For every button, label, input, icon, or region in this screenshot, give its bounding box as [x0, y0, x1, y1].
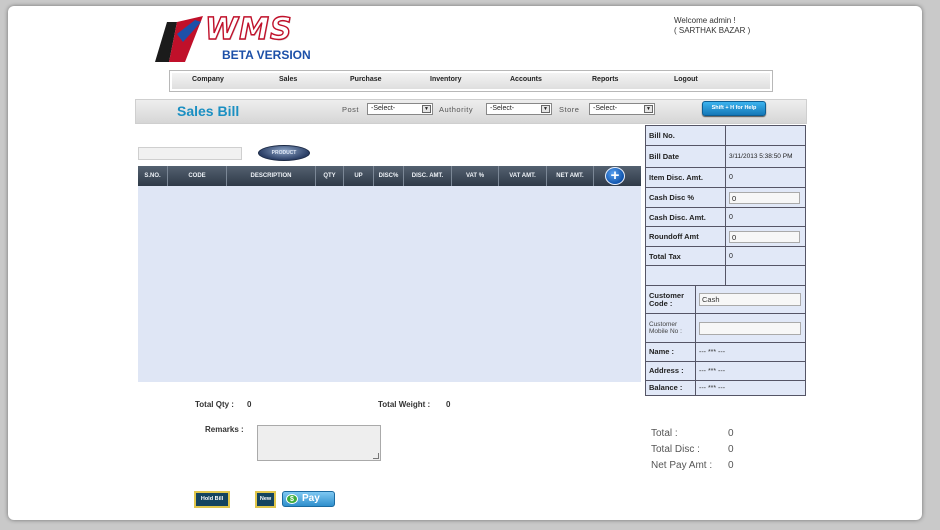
col-disc-pct: DISC% [374, 166, 404, 186]
chevron-down-icon: ▼ [644, 105, 653, 113]
menu-accounts[interactable]: Accounts [510, 76, 542, 83]
empty-cell [725, 265, 806, 286]
bill-no-label: Bill No. [645, 125, 726, 146]
col-description: DESCRIPTION [227, 166, 316, 186]
dollar-icon: $ [286, 494, 298, 504]
total-qty-value: 0 [247, 400, 252, 409]
customer-code-input[interactable]: Cash [699, 293, 801, 306]
total-tax-label: Total Tax [645, 246, 726, 266]
product-search-input[interactable] [138, 147, 242, 160]
item-grid-header: S.NO. CODE DESCRIPTION QTY UP DISC% DISC… [138, 166, 641, 186]
menu-logout[interactable]: Logout [674, 76, 698, 83]
cash-disc-amt-value: 0 [725, 207, 806, 227]
total-weight-label: Total Weight : [378, 400, 431, 409]
customer-balance-value: --- *** --- [695, 380, 806, 396]
chevron-down-icon: ▼ [541, 105, 550, 113]
customer-name-label: Name : [645, 342, 696, 362]
product-search-button[interactable]: PRODUCT [258, 145, 310, 161]
menu-sales[interactable]: Sales [279, 76, 297, 83]
customer-balance-label: Balance : [645, 380, 696, 396]
store-name: ( SARTHAK BAZAR ) [674, 26, 751, 35]
item-disc-label: Item Disc. Amt. [645, 167, 726, 188]
bill-date-label: Bill Date [645, 145, 726, 168]
customer-name-value: --- *** --- [695, 342, 806, 362]
authority-select[interactable]: -Select- ▼ [486, 103, 552, 115]
authority-label: Authority [439, 105, 474, 114]
col-up: UP [344, 166, 374, 186]
total-value: 0 [728, 428, 734, 439]
cash-disc-pct-label: Cash Disc % [645, 187, 726, 208]
page-title: Sales Bill [177, 103, 240, 119]
chevron-down-icon: ▼ [422, 105, 431, 113]
new-button[interactable]: New [255, 491, 276, 508]
total-qty-label: Total Qty : [195, 400, 234, 409]
beta-version-label: BETA VERSION [222, 48, 311, 62]
cash-disc-pct-input[interactable]: 0 [729, 191, 800, 204]
total-disc-value: 0 [728, 444, 734, 455]
customer-mobile-label: Customer Mobile No : [645, 313, 696, 343]
remarks-label: Remarks : [205, 425, 244, 434]
net-pay-label: Net Pay Amt : [651, 460, 713, 471]
logo-text: WMS [204, 11, 293, 47]
store-select-value: -Select- [593, 105, 618, 112]
total-disc-label: Total Disc : [651, 444, 700, 455]
col-code: CODE [168, 166, 227, 186]
pay-label: Pay [302, 493, 320, 504]
customer-code-label: Customer Code : [645, 285, 696, 314]
bill-no-value [725, 125, 806, 146]
col-qty: QTY [316, 166, 344, 186]
item-grid-body [138, 186, 641, 382]
resize-grip-icon[interactable] [373, 453, 379, 459]
col-sno: S.NO. [138, 166, 168, 186]
col-vat-amt: VAT AMT. [499, 166, 547, 186]
col-net-amt: NET AMT. [547, 166, 594, 186]
welcome-user: Welcome admin ! [674, 16, 736, 25]
pay-button[interactable]: $ Pay [282, 491, 335, 507]
store-label: Store [559, 105, 580, 114]
authority-select-value: -Select- [490, 105, 515, 112]
total-weight-value: 0 [446, 400, 451, 409]
menu-inventory[interactable]: Inventory [430, 76, 462, 83]
cash-disc-amt-label: Cash Disc. Amt. [645, 207, 726, 227]
customer-mobile-input[interactable] [699, 321, 801, 335]
post-label: Post [342, 105, 360, 114]
add-row-icon[interactable]: + [605, 167, 625, 185]
remarks-textarea[interactable] [257, 425, 381, 461]
menu-company[interactable]: Company [192, 76, 224, 83]
hold-bill-button[interactable]: Hold Bill [194, 491, 230, 508]
main-menu: Company Sales Purchase Inventory Account… [169, 70, 773, 92]
post-select[interactable]: -Select- ▼ [367, 103, 433, 115]
menu-reports[interactable]: Reports [592, 76, 618, 83]
total-tax-value: 0 [725, 246, 806, 266]
store-select[interactable]: -Select- ▼ [589, 103, 655, 115]
bill-date-value: 3/11/2013 5:38:50 PM [725, 145, 806, 168]
welcome-text: Welcome admin ! ( SARTHAK BAZAR ) [674, 16, 750, 36]
col-vat-pct: VAT % [452, 166, 499, 186]
item-disc-value: 0 [725, 167, 806, 188]
menu-purchase[interactable]: Purchase [350, 76, 382, 83]
post-select-value: -Select- [371, 105, 396, 112]
col-disc-amt: DISC. AMT. [404, 166, 452, 186]
roundoff-input[interactable]: 0 [729, 230, 800, 243]
help-button[interactable]: Shift + H for Help [702, 101, 766, 116]
customer-panel: Customer Code : Cash Customer Mobile No … [645, 285, 806, 396]
customer-address-label: Address : [645, 361, 696, 381]
empty-cell [645, 265, 726, 286]
bill-summary-panel: Bill No. Bill Date 3/11/2013 5:38:50 PM … [645, 125, 806, 286]
roundoff-label: Roundoff Amt [645, 226, 726, 247]
total-label: Total : [651, 428, 678, 439]
net-pay-value: 0 [728, 460, 734, 471]
customer-address-value: --- *** --- [695, 361, 806, 381]
